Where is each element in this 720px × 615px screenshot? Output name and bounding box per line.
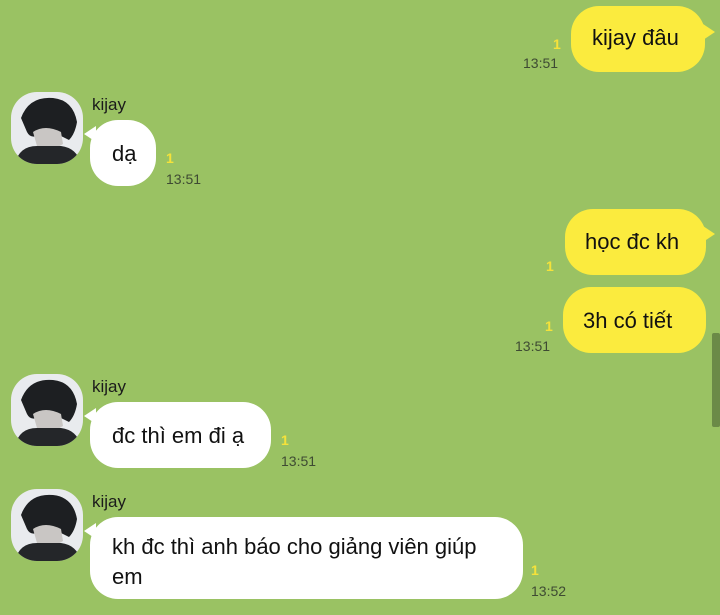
- message-time: 13:52: [531, 583, 567, 599]
- sender-name: kijay: [92, 377, 127, 396]
- message-bubble[interactable]: đc thì em đi ạ: [90, 402, 271, 468]
- message-text: học đc kh: [585, 229, 680, 254]
- message-text: kh đc thì anh báo cho giảng viên giúp em: [112, 534, 477, 589]
- message-text: dạ: [112, 141, 137, 166]
- unread-count: 1: [281, 432, 289, 448]
- message-bubble[interactable]: kh đc thì anh báo cho giảng viên giúp em: [90, 517, 523, 599]
- message-bubble[interactable]: dạ: [90, 120, 156, 186]
- unread-count: 1: [546, 258, 554, 274]
- avatar[interactable]: [11, 92, 83, 164]
- avatar[interactable]: [11, 374, 83, 446]
- message-text: 3h có tiết: [583, 308, 673, 333]
- message-time: 13:51: [515, 338, 551, 354]
- message-time: 13:51: [281, 453, 317, 469]
- bubble-tail: [703, 226, 715, 242]
- message-time: 13:51: [166, 171, 202, 187]
- unread-count: 1: [531, 562, 539, 578]
- unread-count: 1: [166, 150, 174, 166]
- message-bubble[interactable]: học đc kh: [565, 209, 706, 275]
- message-text: kijay đâu: [592, 25, 679, 50]
- sender-name: kijay: [92, 95, 127, 114]
- bubble-tail: [703, 24, 715, 40]
- avatar-photo-icon: [11, 489, 83, 561]
- message-text: đc thì em đi ạ: [112, 423, 245, 448]
- unread-count: 1: [545, 318, 553, 334]
- scrollbar-thumb[interactable]: [712, 333, 720, 427]
- message-bubble[interactable]: 3h có tiết: [563, 287, 706, 353]
- message-bubble[interactable]: kijay đâu: [571, 6, 705, 72]
- sender-name: kijay: [92, 492, 127, 511]
- unread-count: 1: [553, 36, 561, 52]
- avatar[interactable]: [11, 489, 83, 561]
- avatar-photo-icon: [11, 374, 83, 446]
- avatar-photo-icon: [11, 92, 83, 164]
- message-time: 13:51: [523, 55, 559, 71]
